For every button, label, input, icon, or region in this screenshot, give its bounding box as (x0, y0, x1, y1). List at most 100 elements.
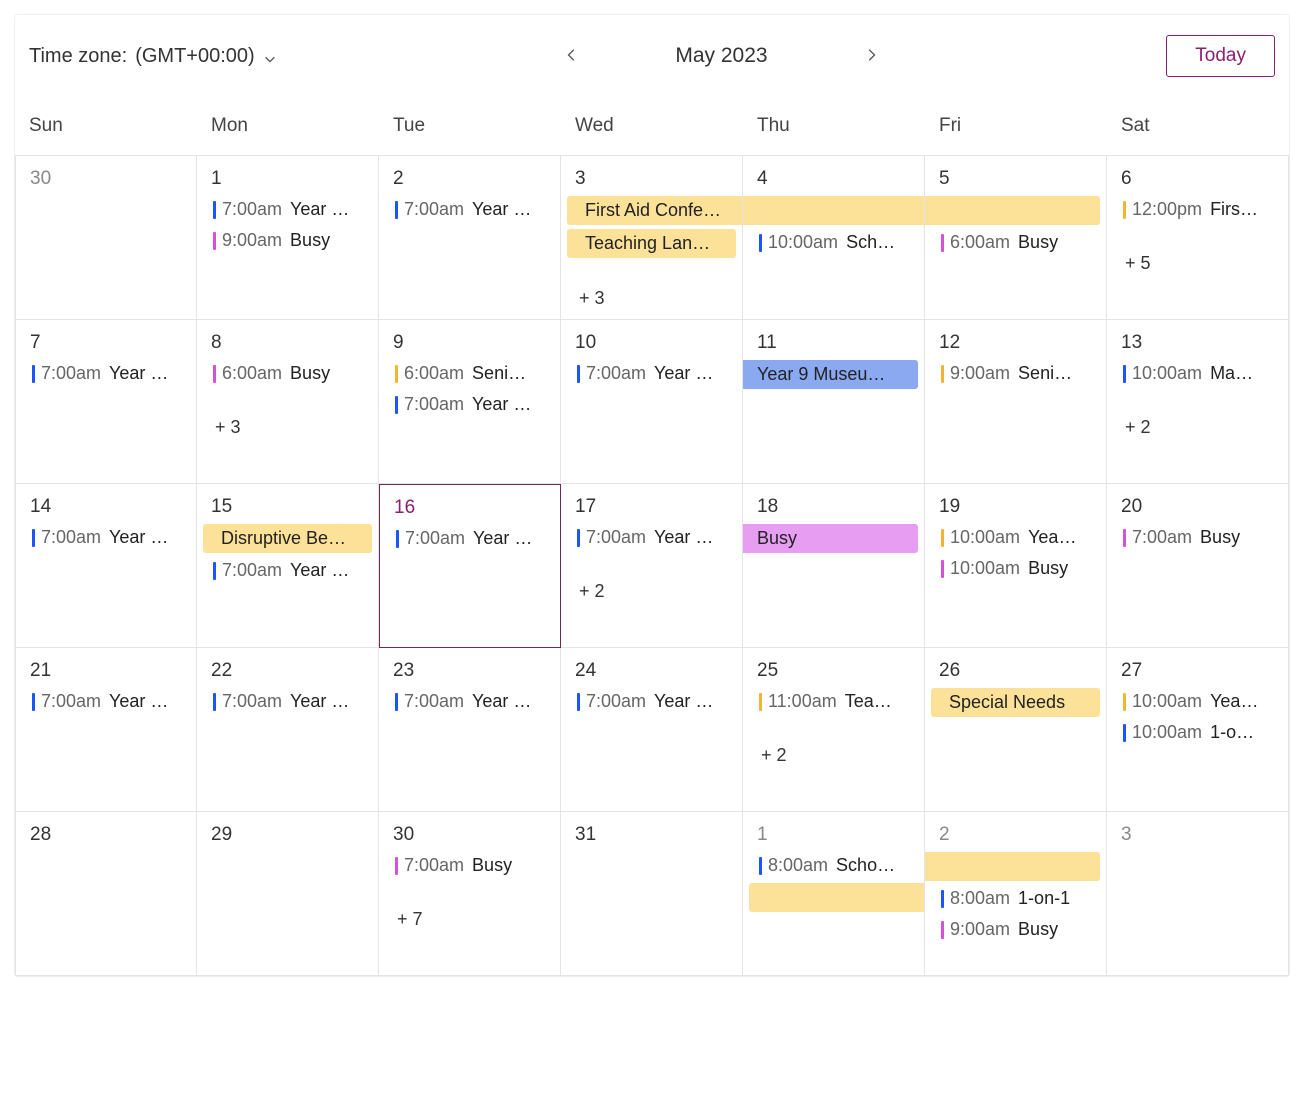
day-cell[interactable]: 4 10:00amSch… (743, 156, 925, 320)
day-cell[interactable]: 227:00amYear … (197, 648, 379, 812)
day-cell[interactable]: 2511:00amTea…+ 2 (743, 648, 925, 812)
day-number: 15 (197, 484, 378, 524)
calendar-event[interactable]: 7:00amYear … (22, 524, 190, 551)
calendar-event-block[interactable]: Special Needs (931, 688, 1100, 717)
more-events-link[interactable]: + 2 (1107, 409, 1288, 438)
calendar-event[interactable]: 7:00amYear … (567, 524, 736, 551)
calendar-event[interactable]: 7:00amYear … (385, 196, 554, 223)
event-color-bar (213, 693, 216, 711)
day-cell[interactable]: 27:00amYear … (379, 156, 561, 320)
calendar-event[interactable]: 7:00amYear … (22, 688, 190, 715)
calendar-event[interactable]: 8:00am1-on-1 (931, 885, 1100, 912)
calendar-event-block[interactable]: Disruptive Be… (203, 524, 372, 553)
more-events-link[interactable]: + 7 (379, 901, 560, 930)
day-cell[interactable]: 1910:00amYea…10:00amBusy (925, 484, 1107, 648)
day-cell[interactable]: 3First Aid Confe…Teaching Lan…+ 3 (561, 156, 743, 320)
event-title (761, 200, 766, 221)
day-cell[interactable]: 3 (1107, 812, 1289, 976)
day-cell[interactable]: 77:00amYear … (15, 320, 197, 484)
today-button[interactable]: Today (1166, 35, 1275, 77)
day-cell[interactable]: 29 (197, 812, 379, 976)
more-events-link[interactable]: + 5 (1107, 245, 1288, 274)
calendar-event[interactable]: 7:00amYear … (567, 360, 736, 387)
calendar-event[interactable]: 7:00amYear … (203, 688, 372, 715)
calendar-event[interactable]: 7:00amYear … (567, 688, 736, 715)
event-time: 7:00am (41, 691, 101, 712)
day-cell[interactable]: 129:00amSeni… (925, 320, 1107, 484)
event-color-bar (1123, 529, 1126, 547)
day-cell[interactable]: 307:00amBusy+ 7 (379, 812, 561, 976)
day-cell[interactable]: 15Disruptive Be… 7:00amYear … (197, 484, 379, 648)
event-title: Year … (109, 527, 168, 548)
calendar-event[interactable]: 10:00amMa… (1113, 360, 1282, 387)
day-cell[interactable]: 26Special Needs (925, 648, 1107, 812)
calendar-event-block[interactable] (925, 852, 1100, 881)
calendar-event[interactable]: 9:00amBusy (931, 916, 1100, 943)
calendar-event[interactable]: 6:00amBusy (931, 229, 1100, 256)
calendar-event[interactable]: 7:00amYear … (386, 525, 554, 552)
calendar-event[interactable]: 11:00amTea… (749, 688, 918, 715)
day-cell[interactable]: 18Busy (743, 484, 925, 648)
event-list: 10:00amMa… (1107, 360, 1288, 387)
calendar-event[interactable]: 9:00amSeni… (931, 360, 1100, 387)
calendar-event[interactable]: 10:00amYea… (931, 524, 1100, 551)
event-time: 10:00am (950, 527, 1020, 548)
day-cell[interactable]: 612:00pmFirs…+ 5 (1107, 156, 1289, 320)
more-events-link[interactable]: + 3 (197, 409, 378, 438)
calendar-event[interactable]: 9:00amBusy (203, 227, 372, 254)
calendar-event-block[interactable]: Busy (743, 524, 918, 553)
calendar-event[interactable]: 7:00amYear … (385, 391, 554, 418)
calendar-event-block[interactable]: Year 9 Museu… (743, 360, 918, 389)
event-color-bar (1123, 724, 1126, 742)
next-month-button[interactable] (858, 40, 884, 73)
day-cell[interactable]: 28 (15, 812, 197, 976)
day-cell[interactable]: 17:00amYear …9:00amBusy (197, 156, 379, 320)
day-cell[interactable]: 207:00amBusy (1107, 484, 1289, 648)
event-color-bar (941, 560, 944, 578)
calendar-event[interactable]: 7:00amYear … (203, 557, 372, 584)
calendar-event[interactable]: 10:00am1-o… (1113, 719, 1282, 746)
calendar-event-block[interactable]: Teaching Lan… (567, 229, 736, 258)
day-cell[interactable]: 237:00amYear … (379, 648, 561, 812)
more-events-link[interactable]: + 2 (743, 737, 924, 766)
day-cell[interactable]: 2710:00amYea…10:00am1-o… (1107, 648, 1289, 812)
day-cell[interactable]: 2 8:00am1-on-19:00amBusy (925, 812, 1107, 976)
calendar-event[interactable]: 8:00amScho… (749, 852, 918, 879)
more-events-link[interactable]: + 3 (561, 280, 742, 309)
day-cell[interactable]: 247:00amYear … (561, 648, 743, 812)
day-cell[interactable]: 1310:00amMa…+ 2 (1107, 320, 1289, 484)
day-cell[interactable]: 177:00amYear …+ 2 (561, 484, 743, 648)
day-cell[interactable]: 18:00amScho… (743, 812, 925, 976)
day-cell[interactable]: 31 (561, 812, 743, 976)
day-cell[interactable]: 147:00amYear … (15, 484, 197, 648)
calendar-event[interactable]: 10:00amBusy (931, 555, 1100, 582)
prev-month-button[interactable] (559, 40, 585, 73)
day-cell[interactable]: 217:00amYear … (15, 648, 197, 812)
event-title: Yea… (1210, 691, 1258, 712)
day-cell[interactable]: 5 6:00amBusy (925, 156, 1107, 320)
day-number: 2 (379, 156, 560, 196)
more-events-link[interactable]: + 2 (561, 573, 742, 602)
calendar-event[interactable]: 10:00amSch… (749, 229, 918, 256)
calendar-event[interactable]: 7:00amBusy (1113, 524, 1282, 551)
calendar-event-block[interactable] (749, 883, 924, 912)
day-cell[interactable]: 86:00amBusy+ 3 (197, 320, 379, 484)
calendar-event[interactable]: 6:00amSeni… (385, 360, 554, 387)
calendar-event[interactable]: 12:00pmFirs… (1113, 196, 1282, 223)
calendar-event-block[interactable]: First Aid Confe… (567, 196, 742, 225)
calendar-event[interactable]: 6:00amBusy (203, 360, 372, 387)
day-cell[interactable]: 96:00amSeni…7:00amYear … (379, 320, 561, 484)
calendar-event[interactable]: 10:00amYea… (1113, 688, 1282, 715)
event-list: 7:00amYear … (561, 688, 742, 715)
calendar-event[interactable]: 7:00amBusy (385, 852, 554, 879)
day-cell[interactable]: 11Year 9 Museu… (743, 320, 925, 484)
day-cell[interactable]: 167:00amYear … (379, 484, 561, 648)
calendar-event-block[interactable] (925, 196, 1100, 225)
calendar-event[interactable]: 7:00amYear … (22, 360, 190, 387)
day-cell[interactable]: 30 (15, 156, 197, 320)
calendar-event-block[interactable] (743, 196, 924, 225)
calendar-event[interactable]: 7:00amYear … (385, 688, 554, 715)
timezone-selector[interactable]: Time zone: (GMT+00:00) (29, 45, 277, 68)
calendar-event[interactable]: 7:00amYear … (203, 196, 372, 223)
day-cell[interactable]: 107:00amYear … (561, 320, 743, 484)
